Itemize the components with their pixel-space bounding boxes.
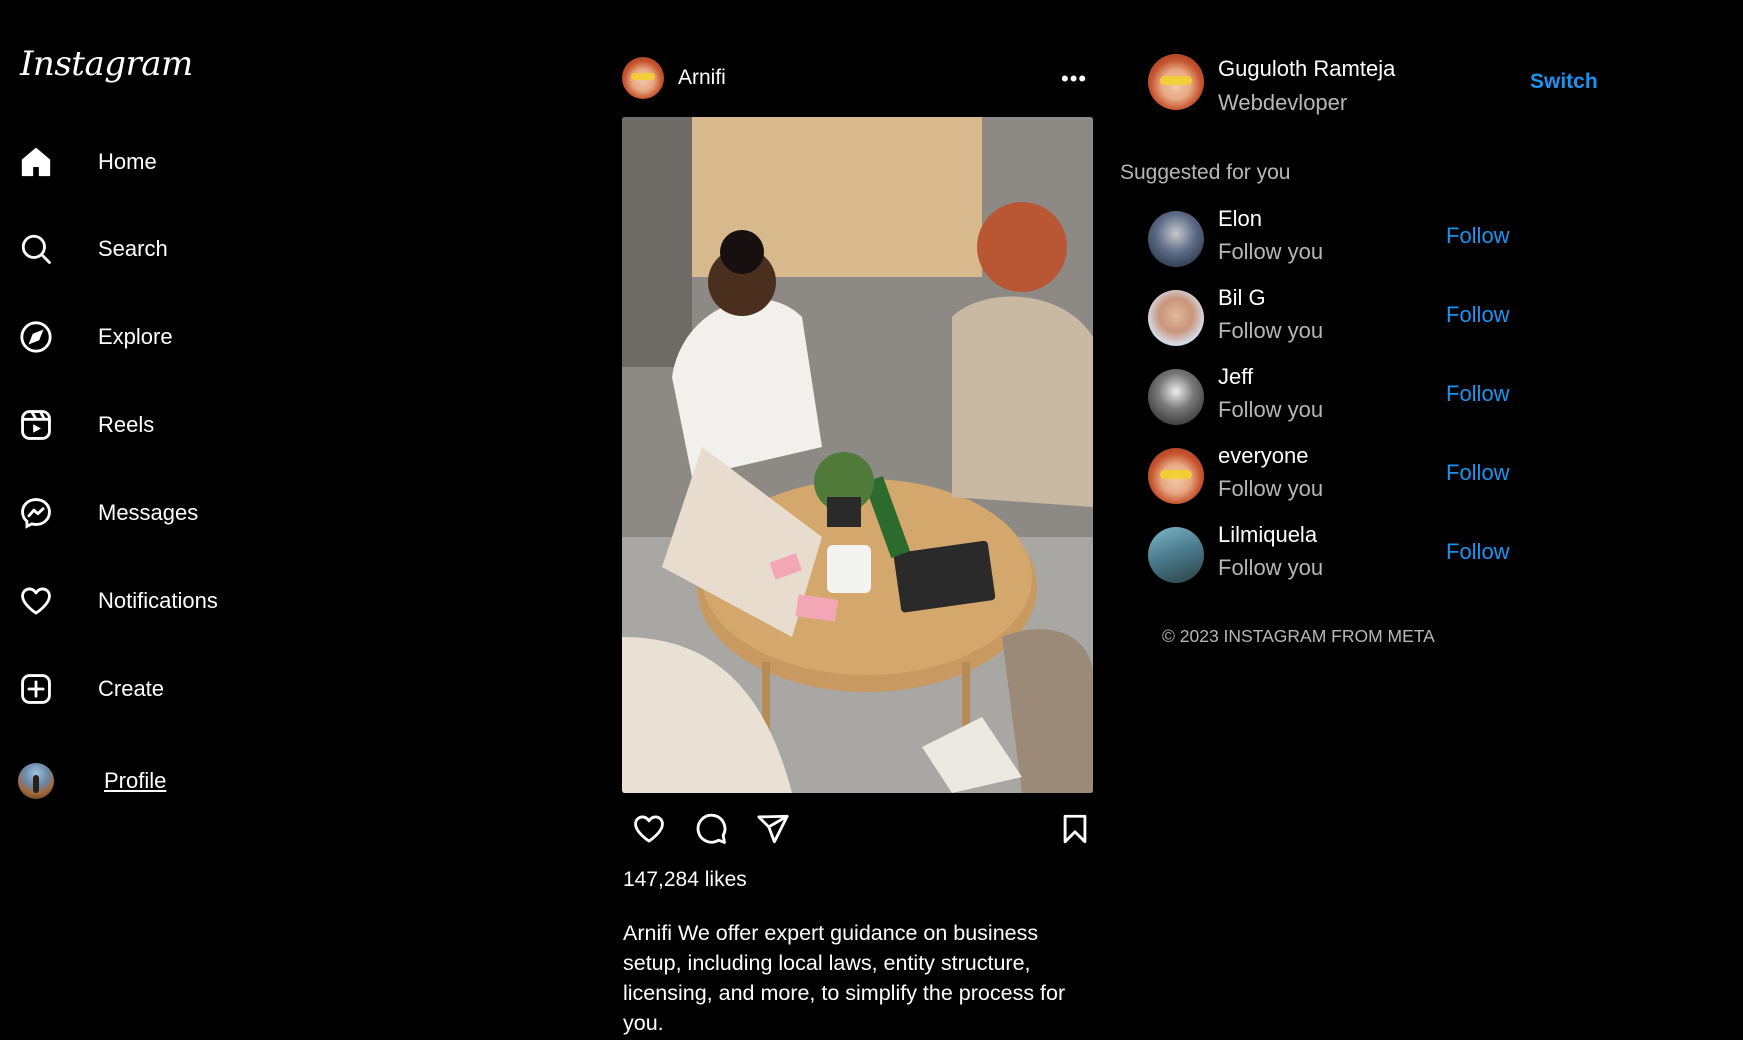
sidebar-item-label[interactable]: Profile [104,768,166,794]
reels-icon [18,407,54,443]
instagram-logo[interactable]: Instagram [20,44,193,84]
suggestion-item: Elon Follow you Follow [1148,206,1548,267]
suggestion-name[interactable]: Lilmiquela [1218,522,1317,548]
suggestion-avatar[interactable] [1148,290,1204,346]
suggested-title: Suggested for you [1120,161,1291,184]
home-icon [18,144,54,180]
suggestion-status: Follow you [1218,239,1324,264]
switch-account-button[interactable]: Switch [1530,70,1598,94]
sidebar-item-notifications[interactable]: Notifications [18,583,218,619]
post-caption: Arnifi We offer expert guidance on busin… [623,921,1066,1035]
profile-avatar [18,763,54,799]
messenger-icon [18,495,54,531]
sidebar-item-create[interactable]: Create [18,671,164,707]
sidebar-item-label: Messages [98,500,199,525]
current-user-avatar[interactable] [1148,54,1204,110]
suggestion-item: Jeff Follow you Follow [1148,364,1548,425]
suggestion-avatar[interactable] [1148,448,1204,504]
plus-square-icon [18,671,54,707]
sidebar-item-label: Create [98,676,165,701]
follow-button[interactable]: Follow [1446,302,1510,328]
sidebar-item-label: Search [98,236,168,261]
like-heart-icon[interactable] [632,812,666,851]
follow-button[interactable]: Follow [1446,381,1510,407]
sidebar-item-profile[interactable]: Profile [18,763,166,799]
suggestion-item: everyone Follow you Follow [1148,443,1548,504]
sidebar-item-label: Reels [98,412,155,437]
follow-button[interactable]: Follow [1446,460,1510,486]
suggestion-status: Follow you [1218,555,1324,580]
sidebar-item-label: Home [98,149,157,174]
compass-icon [18,319,54,355]
suggestion-item: Lilmiquela Follow you Follow [1148,522,1548,583]
suggestion-item: Bil G Follow you Follow [1148,285,1548,346]
suggestion-avatar[interactable] [1148,527,1204,583]
suggestion-name[interactable]: Elon [1218,206,1262,232]
post-username[interactable]: Arnifi [678,66,726,90]
follow-button[interactable]: Follow [1446,223,1510,249]
current-user-name[interactable]: Guguloth Ramteja [1218,56,1395,82]
footer-copyright: © 2023 INSTAGRAM FROM META [1162,626,1435,646]
suggestion-status: Follow you [1218,318,1324,343]
suggestion-status: Follow you [1218,397,1324,422]
heart-icon [18,583,54,619]
suggestion-name[interactable]: everyone [1218,443,1309,469]
instagram-app: Instagram Home Search Explore Reels Mess… [0,0,1743,1040]
sidebar-item-reels[interactable]: Reels [18,407,154,443]
sidebar-item-search[interactable]: Search [18,231,168,267]
sidebar-item-explore[interactable]: Explore [18,319,173,355]
current-user: Guguloth Ramteja Webdevloper [1148,54,1395,116]
likes-count: 147,284 likes [623,868,747,891]
post-header: Arnifi [622,57,726,99]
bookmark-icon[interactable] [1058,812,1092,851]
post-author-avatar[interactable] [622,57,664,99]
share-icon[interactable] [756,812,790,851]
post-photo [622,117,1093,793]
post-image[interactable] [622,117,1093,793]
sidebar-item-messages[interactable]: Messages [18,495,198,531]
follow-button[interactable]: Follow [1446,539,1510,565]
suggestion-name[interactable]: Bil G [1218,285,1266,311]
suggestion-avatar[interactable] [1148,211,1204,267]
sidebar-item-label: Explore [98,324,173,349]
search-icon [18,231,54,267]
suggestion-avatar[interactable] [1148,369,1204,425]
sidebar-item-label: Notifications [98,588,218,613]
suggestion-name[interactable]: Jeff [1218,364,1253,390]
sidebar-item-home[interactable]: Home [18,144,157,180]
more-options-button[interactable]: ••• [1061,66,1087,92]
post-actions [632,812,1097,848]
current-user-subtitle: Webdevloper [1218,90,1348,115]
comment-icon[interactable] [694,812,728,851]
suggestion-status: Follow you [1218,476,1324,501]
